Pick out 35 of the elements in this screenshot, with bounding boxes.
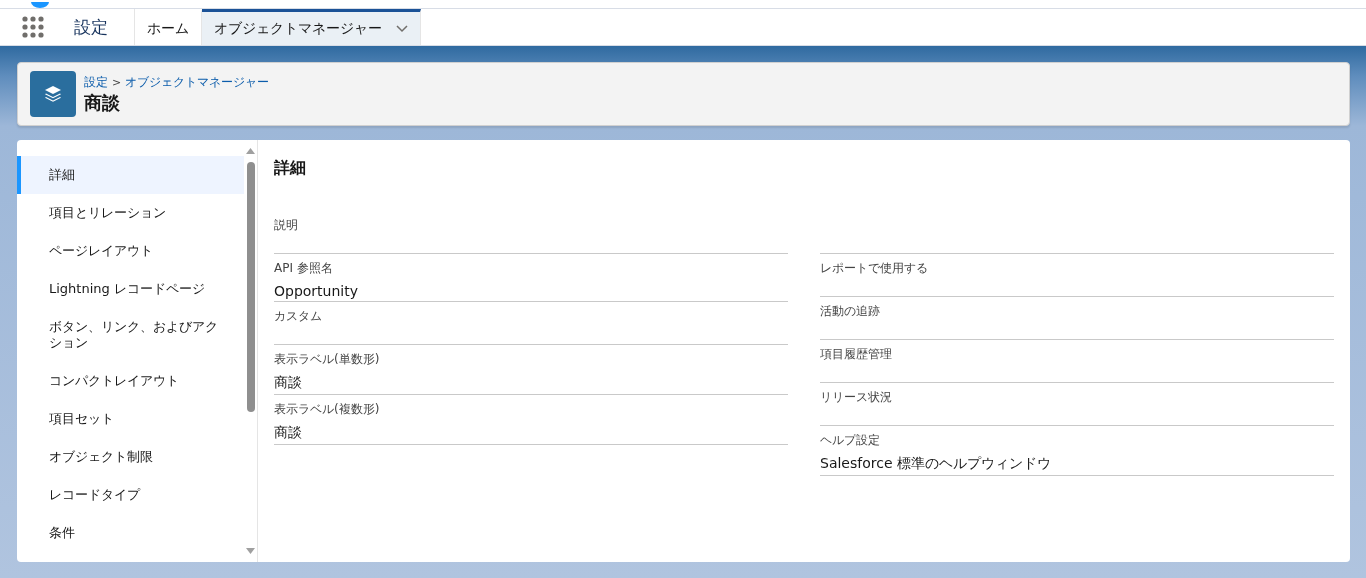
sidebar-item[interactable]: レコードタイプ	[17, 476, 244, 514]
field-label: リリース状況	[820, 389, 893, 406]
sidebar-item[interactable]: ページレイアウト	[17, 232, 244, 270]
logo-icon	[31, 2, 49, 8]
chevron-down-icon[interactable]	[396, 24, 408, 33]
layers-icon	[30, 71, 76, 117]
sidebar-item[interactable]: 項目とリレーション	[17, 194, 244, 232]
field-value: Opportunity	[274, 283, 359, 299]
field-label: API 参照名	[274, 260, 334, 277]
field-label: カスタム	[274, 308, 323, 325]
field-label: 表示ラベル(単数形)	[274, 351, 381, 368]
sidebar-item[interactable]: 詳細	[17, 156, 244, 194]
field-value: 商談	[274, 424, 303, 442]
field-label: 項目履歴管理	[820, 346, 893, 363]
sidebar-item[interactable]: コンパクトレイアウト	[17, 362, 244, 400]
section-title: 詳細	[274, 158, 307, 179]
page-title: 商談	[84, 90, 121, 115]
field-label: 説明	[274, 217, 299, 234]
nav-tab[interactable]: オブジェクトマネージャー	[202, 9, 421, 45]
field-value: 商談	[274, 374, 303, 392]
breadcrumb-link[interactable]: 設定	[84, 73, 108, 91]
field-label: 活動の追跡	[820, 303, 881, 320]
field-label: 表示ラベル(複数形)	[274, 401, 381, 418]
sidebar-item[interactable]: ボタン、リンク、およびアクション	[17, 308, 244, 362]
sidebar-item[interactable]: 条件	[17, 514, 244, 552]
field-value: Salesforce 標準のヘルプウィンドウ	[820, 455, 1052, 473]
breadcrumb-separator: >	[112, 75, 122, 89]
field-label: レポートで使用する	[820, 260, 929, 277]
breadcrumb-link[interactable]: オブジェクトマネージャー	[125, 73, 270, 91]
field-label: ヘルプ設定	[820, 432, 881, 449]
sidebar-item[interactable]: 項目セット	[17, 400, 244, 438]
sidebar-item[interactable]: オブジェクト制限	[17, 438, 244, 476]
sidebar-item[interactable]: Lightning レコードページ	[17, 270, 244, 308]
scroll-up-icon[interactable]	[246, 148, 255, 154]
scroll-down-icon[interactable]	[246, 548, 255, 554]
